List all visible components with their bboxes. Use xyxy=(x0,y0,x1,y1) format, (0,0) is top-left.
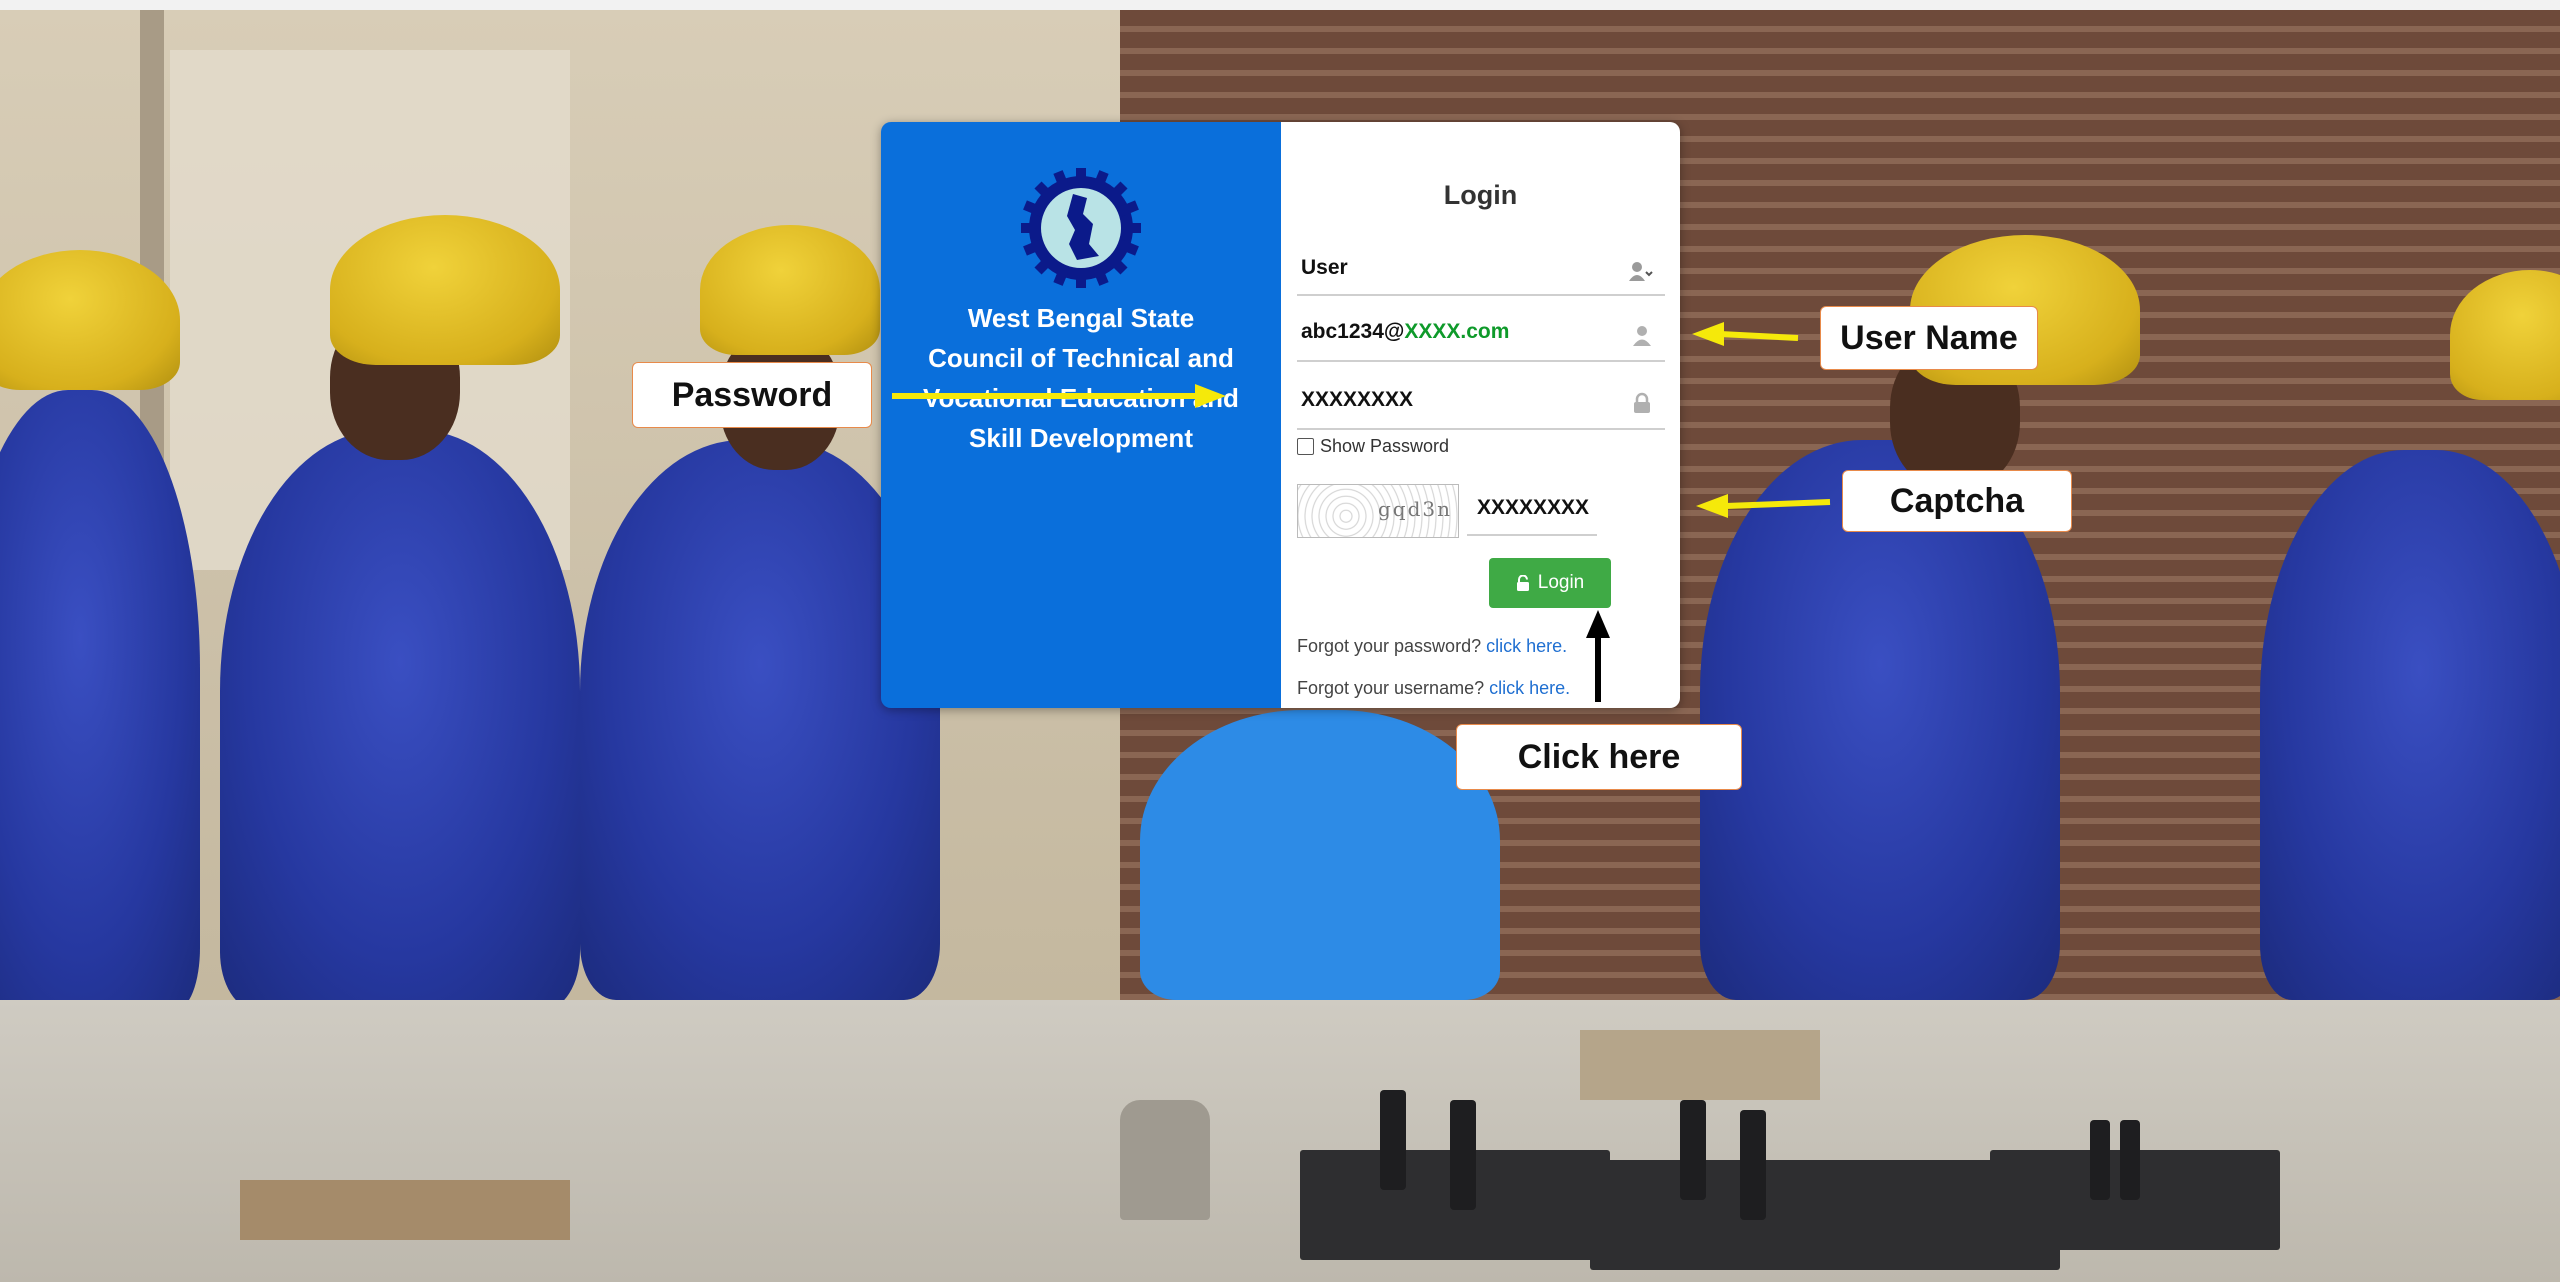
worker-figure xyxy=(2260,450,2560,1000)
organization-logo-icon xyxy=(1021,168,1141,288)
organization-panel: West Bengal State Council of Technical a… xyxy=(881,122,1281,708)
worker-figure xyxy=(0,390,200,1010)
bench-post xyxy=(2090,1120,2110,1200)
bench-post xyxy=(1450,1100,1476,1210)
bench-tool xyxy=(240,1180,570,1240)
bench-post xyxy=(2120,1120,2140,1200)
login-title: Login xyxy=(1443,180,1518,210)
forgot-username-link[interactable]: click here. xyxy=(1489,678,1570,698)
captcha-value: XXXXXXXX xyxy=(1477,496,1590,519)
password-value: XXXXXXXX xyxy=(1301,388,1414,411)
forgot-password-link[interactable]: click here. xyxy=(1486,636,1567,656)
login-card: West Bengal State Council of Technical a… xyxy=(881,122,1680,708)
worker-figure xyxy=(1140,710,1500,1000)
show-password-toggle[interactable]: Show Password xyxy=(1297,436,1449,457)
forgot-password-line: Forgot your password? click here. xyxy=(1297,636,1567,657)
bench-tool xyxy=(1580,1030,1820,1100)
role-select-value: User xyxy=(1301,256,1348,279)
username-input[interactable]: abc1234@XXXX.com xyxy=(1297,308,1665,362)
show-password-checkbox[interactable] xyxy=(1297,438,1314,455)
password-callout: Password xyxy=(632,362,872,428)
role-select[interactable]: User xyxy=(1297,244,1665,296)
bench-post xyxy=(1740,1110,1766,1220)
captcha-image-text: gqd3n xyxy=(1378,497,1453,521)
forgot-username-text: Forgot your username? xyxy=(1297,678,1485,698)
helmet xyxy=(330,215,560,365)
username-prefix: abc1234@ xyxy=(1301,320,1405,343)
bench-tool xyxy=(1120,1100,1210,1220)
show-password-label: Show Password xyxy=(1320,436,1450,456)
user-dropdown-icon xyxy=(1629,262,1653,281)
forgot-username-line: Forgot your username? click here. xyxy=(1297,678,1570,699)
username-domain: XXXX.com xyxy=(1404,320,1510,343)
worker-figure xyxy=(220,430,580,1010)
username-value: abc1234@XXXX.com xyxy=(1301,320,1509,344)
password-input[interactable]: XXXXXXXX xyxy=(1297,376,1665,430)
captcha-image: gqd3n xyxy=(1297,484,1459,538)
user-icon xyxy=(1633,326,1651,346)
forgot-password-text: Forgot your password? xyxy=(1297,636,1482,656)
helmet xyxy=(700,225,880,355)
captcha-input[interactable]: XXXXXXXX xyxy=(1467,484,1597,536)
login-form: Login User abc1234@XXXX.com XXXXXXXX Sho… xyxy=(1281,122,1680,708)
organization-name: West Bengal State Council of Technical a… xyxy=(923,303,1239,453)
bench-post xyxy=(1380,1090,1406,1190)
top-bar xyxy=(0,0,2560,10)
click-here-callout: Click here xyxy=(1456,724,1742,790)
bench-post xyxy=(1680,1100,1706,1200)
lock-icon xyxy=(1634,392,1650,413)
login-button-label: Login xyxy=(1537,572,1585,593)
captcha-callout: Captcha xyxy=(1842,470,2072,532)
unlock-icon xyxy=(1516,575,1529,591)
login-button[interactable]: Login xyxy=(1489,558,1611,608)
username-callout: User Name xyxy=(1820,306,2038,370)
page: West Bengal State Council of Technical a… xyxy=(0,0,2560,1282)
